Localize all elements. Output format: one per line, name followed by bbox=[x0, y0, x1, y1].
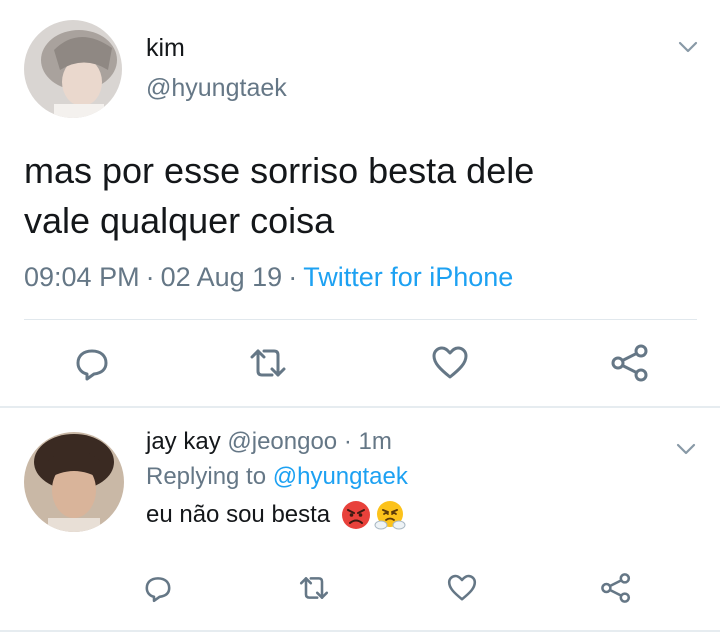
replying-to: Replying to @hyungtaek bbox=[146, 463, 408, 491]
reply-text: eu não sou besta bbox=[146, 499, 406, 531]
retweet-icon[interactable] bbox=[298, 572, 330, 604]
tweet-meta: 09:04 PM · 02 Aug 19 · Twitter for iPhone bbox=[24, 262, 513, 293]
like-icon[interactable] bbox=[446, 572, 478, 604]
reply-author-name[interactable]: jay kay bbox=[146, 428, 221, 455]
author-avatar[interactable] bbox=[24, 20, 122, 118]
share-icon[interactable] bbox=[610, 343, 650, 383]
reply-icon[interactable] bbox=[72, 343, 112, 383]
author-handle[interactable]: @hyungtaek bbox=[146, 74, 287, 103]
author-name[interactable]: kim bbox=[146, 34, 185, 63]
angry-face-emoji bbox=[340, 499, 372, 531]
divider bbox=[0, 630, 720, 632]
share-icon[interactable] bbox=[600, 572, 632, 604]
steam-from-nose-emoji bbox=[374, 499, 406, 531]
replying-prefix: Replying to bbox=[146, 463, 267, 490]
chevron-down-icon[interactable] bbox=[676, 442, 696, 456]
tweet-text-line: vale qualquer coisa bbox=[24, 200, 335, 241]
meta-separator: · bbox=[343, 428, 352, 455]
tweet-time: 09:04 PM bbox=[24, 262, 140, 292]
tweet-text: mas por esse sorriso besta dele vale qua… bbox=[24, 146, 684, 246]
replying-to-link[interactable]: @hyungtaek bbox=[273, 463, 408, 490]
reply-text-content: eu não sou besta bbox=[146, 501, 331, 528]
tweet-date: 02 Aug 19 bbox=[160, 262, 283, 292]
tweet-text-line: mas por esse sorriso besta dele bbox=[24, 150, 535, 191]
tweet-source-link[interactable]: Twitter for iPhone bbox=[303, 262, 513, 292]
reply-author-avatar[interactable] bbox=[24, 432, 124, 532]
like-icon[interactable] bbox=[430, 343, 470, 383]
divider bbox=[0, 406, 720, 408]
reply-icon[interactable] bbox=[142, 572, 174, 604]
meta-separator: · bbox=[288, 262, 298, 292]
reply-time: 1m bbox=[358, 428, 392, 455]
reply-author-handle[interactable]: @jeongoo bbox=[227, 428, 337, 455]
retweet-icon[interactable] bbox=[248, 343, 288, 383]
meta-separator: · bbox=[145, 262, 155, 292]
chevron-down-icon[interactable] bbox=[678, 40, 698, 54]
divider bbox=[24, 319, 697, 320]
reply-header: jay kay @jeongoo · 1m bbox=[146, 428, 392, 456]
